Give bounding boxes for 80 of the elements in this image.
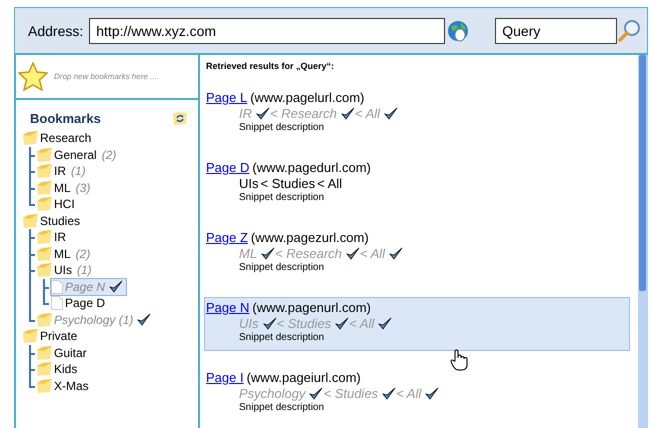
breadcrumb: IR [239,106,252,121]
scrollbar-thumb[interactable] [639,55,646,291]
folder-icon [37,263,52,278]
breadcrumb: UIs [239,176,258,191]
result-snippet: Snippet description [238,332,326,343]
search-icon[interactable] [617,18,642,42]
result-url: (www.pagelurl.com) [250,90,364,105]
result-snippet: Snippet description [238,402,326,413]
bookmarks-title: Bookmarks [30,110,101,126]
result-link[interactable]: Page L [206,90,248,105]
results-heading: Retrieved results for „Query“: [206,61,336,71]
result-link[interactable]: Page D [206,160,250,175]
result-item[interactable]: Page N (www.pagenurl.com) UIs < Studies < All Snippet description [204,297,630,351]
page-icon [51,280,63,294]
folder-icon [37,246,52,261]
tree-item[interactable]: Studies [22,212,84,230]
result-link[interactable]: Page N [206,300,250,315]
result-url: (www.pagedurl.com) [252,160,371,175]
tree-item[interactable]: General (2) [36,146,120,164]
tree-item[interactable]: ML (3) [36,178,94,197]
hand-cursor-icon [450,349,468,371]
tree-item[interactable]: ML (2) [36,244,94,263]
folder-icon [37,197,52,212]
result-snippet: Snippet description [238,192,326,203]
tree-item[interactable]: X-Mas [36,376,93,395]
breadcrumb: < All [349,316,374,331]
drop-zone[interactable]: Drop new bookmarks here .... [14,54,200,100]
result-link[interactable]: Page Z [206,230,248,245]
search-field[interactable]: Query [495,18,618,44]
globe-icon[interactable] [447,20,470,42]
result-snippet: Snippet description [238,122,326,133]
result-item[interactable]: Page Z (www.pagezurl.com) ML < Research < All Snippet description [204,227,630,281]
folder-icon [37,378,52,393]
tree-item[interactable]: Psychology (1) [36,310,156,329]
folder-icon [37,180,52,195]
tree-item[interactable]: Kids [36,360,82,378]
tree-item[interactable]: HCI [36,195,79,214]
folder-icon [37,230,52,244]
tree-item[interactable]: Research [22,129,96,148]
star-icon [18,62,48,91]
result-link[interactable]: Page I [206,370,244,385]
breadcrumb: < Research [270,106,337,121]
tree-item[interactable]: IR (1) [36,162,90,180]
folder-icon [37,148,52,162]
folder-icon [37,312,52,327]
breadcrumb: < All [396,386,422,401]
breadcrumb: UIs [239,316,258,331]
result-url: (www.pagezurl.com) [250,230,369,245]
tree-item[interactable]: IR [36,228,70,246]
breadcrumb: < Research [275,246,342,261]
tree-item[interactable]: Guitar [36,344,91,362]
tree-item[interactable]: Private [22,327,82,346]
result-item[interactable]: Page D (www.pagedurl.com) UIs< Studies< All Snippet description [204,157,630,211]
tree-item[interactable]: UIs (1) [36,261,96,280]
address-field[interactable]: http://www.xyz.com [89,18,446,44]
breadcrumb: Psychology [239,386,306,401]
refresh-folder-icon[interactable] [172,110,188,126]
breadcrumb: < All [317,176,342,191]
result-item[interactable]: Page I (www.pageiurl.com) Psychology < Studies < All Snippet description [204,367,630,421]
tree-item[interactable]: Page D [50,294,110,312]
page-icon [51,296,63,310]
address-label: Address: [28,22,84,38]
breadcrumb: < All [354,106,380,121]
result-snippet: Snippet description [238,262,326,273]
breadcrumb: < Studies [276,316,332,331]
folder-icon [23,214,38,228]
drop-hint: Drop new bookmarks here .... [54,72,159,81]
scrollbar[interactable] [638,55,648,428]
result-url: (www.pagenurl.com) [252,300,371,315]
folder-icon [37,164,52,178]
folder-icon [37,346,52,360]
result-url: (www.pageiurl.com) [246,370,361,385]
folder-icon [37,362,52,376]
breadcrumb: < All [360,246,386,261]
breadcrumb: ML [239,246,258,261]
breadcrumb: < Studies [260,176,316,191]
folder-icon [23,131,38,146]
folder-icon [23,329,38,344]
result-item[interactable]: Page L (www.pagelurl.com) IR < Research < All Snippet description [204,87,630,141]
breadcrumb: < Studies [323,386,378,401]
